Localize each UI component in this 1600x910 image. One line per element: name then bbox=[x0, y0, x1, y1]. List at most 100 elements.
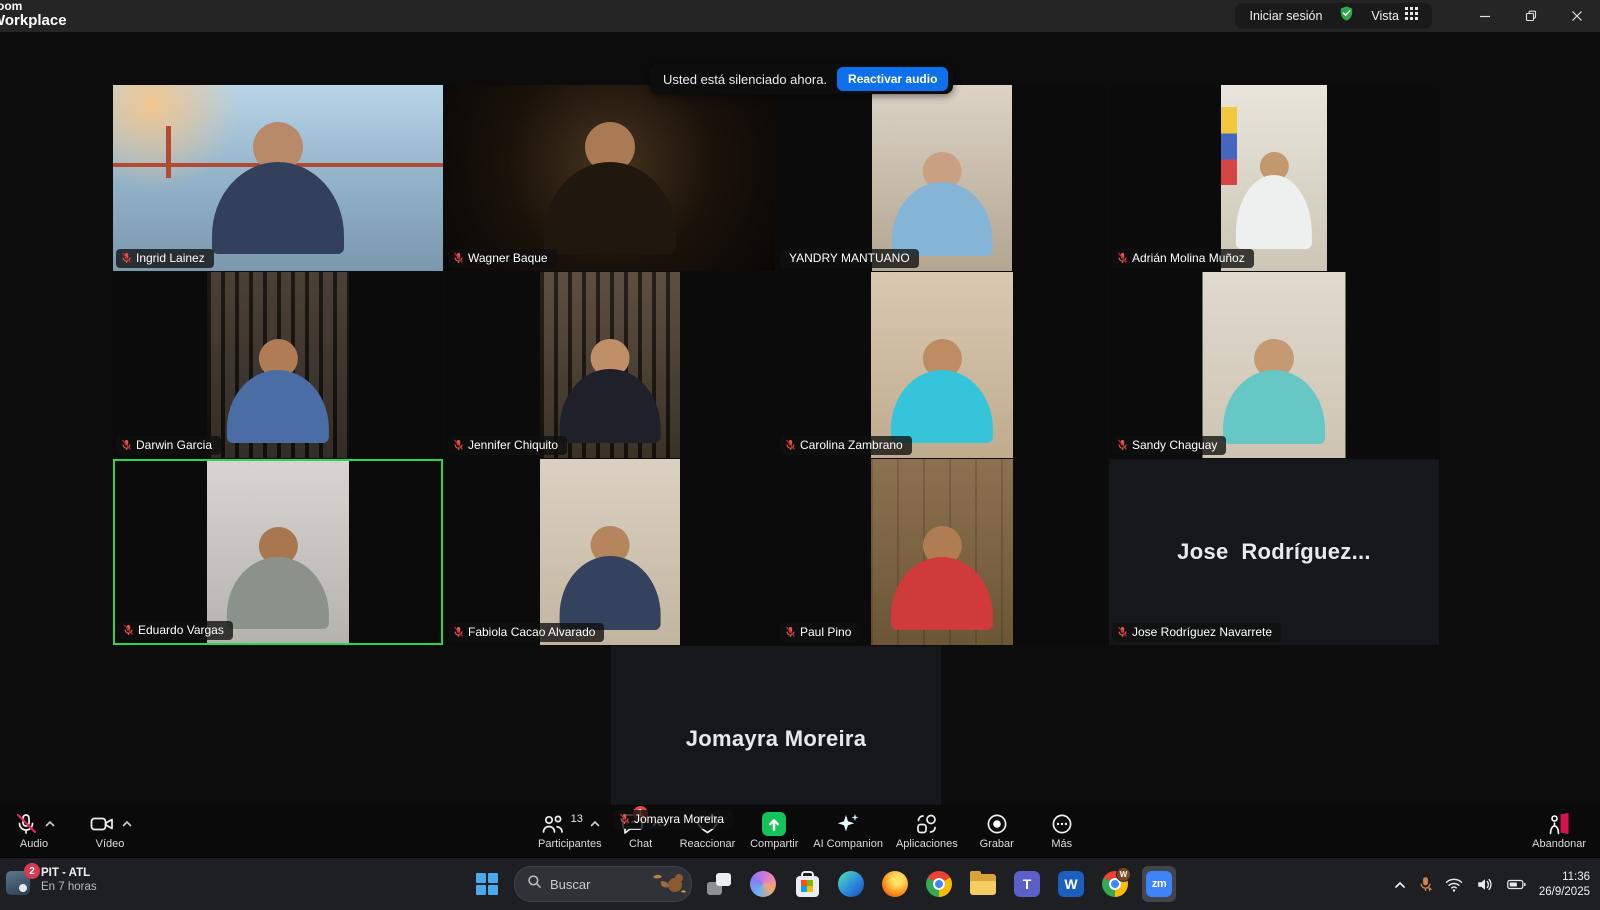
muted-mic-icon bbox=[123, 624, 134, 636]
participant-name: Carolina Zambrano bbox=[800, 438, 903, 452]
chevron-up-icon[interactable] bbox=[590, 820, 600, 827]
participant-tile[interactable]: YANDRY MANTUANO bbox=[777, 85, 1107, 271]
participant-name: Jomayra Moreira bbox=[634, 812, 724, 826]
chrome-taskbar-icon[interactable] bbox=[922, 866, 956, 902]
edge-taskbar-icon[interactable] bbox=[834, 866, 868, 902]
windows-taskbar: 2 PIT - ATL En 7 horas Buscar TWWzm 11:3… bbox=[0, 857, 1600, 910]
more-icon bbox=[1050, 812, 1074, 836]
participant-tile[interactable]: Darwin Garcia bbox=[113, 272, 443, 458]
toolbar-react-label: Reaccionar bbox=[680, 838, 736, 850]
start-button[interactable] bbox=[470, 866, 504, 902]
muted-mic-icon bbox=[121, 439, 132, 451]
participant-tile[interactable]: Adrián Molina Muñoz bbox=[1109, 85, 1439, 271]
participant-tile[interactable]: Paul Pino bbox=[777, 459, 1107, 645]
copilot-taskbar-icon[interactable] bbox=[746, 866, 780, 902]
toolbar-video-button[interactable]: Vídeo bbox=[84, 810, 136, 850]
participant-video bbox=[871, 459, 1013, 645]
toolbar-leave-button[interactable]: Abandonar bbox=[1532, 810, 1586, 850]
participant-tile[interactable]: Sandy Chaguay bbox=[1109, 272, 1439, 458]
toolbar-video-label: Vídeo bbox=[96, 838, 125, 850]
participant-tile[interactable]: Jennifer Chiquito bbox=[445, 272, 775, 458]
taskbar-widget[interactable]: 2 PIT - ATL En 7 horas bbox=[6, 865, 97, 895]
participant-name-label: Wagner Baque bbox=[448, 249, 557, 268]
search-input[interactable]: Buscar bbox=[514, 866, 692, 902]
restore-button[interactable] bbox=[1508, 0, 1554, 32]
participant-name: Jose Rodríguez Navarrete bbox=[1132, 625, 1272, 639]
view-button[interactable]: Vista bbox=[1371, 7, 1418, 25]
participant-silhouette bbox=[544, 122, 676, 271]
participant-name: Ingrid Lainez bbox=[136, 251, 205, 265]
meeting-toolbar: AudioVídeo 13Participantes1ChatReacciona… bbox=[0, 805, 1600, 857]
participant-name-label: Darwin Garcia bbox=[116, 436, 221, 455]
tray-volume-icon[interactable] bbox=[1476, 877, 1494, 892]
participants-icon bbox=[540, 812, 566, 836]
system-tray: 11:36 26/9/2025 bbox=[1394, 858, 1590, 910]
participant-display-name: Jose Rodríguez... bbox=[1177, 539, 1371, 565]
file-explorer-taskbar-icon[interactable] bbox=[966, 866, 1000, 902]
participant-name-label: Jose Rodríguez Navarrete bbox=[1112, 623, 1281, 642]
participant-name: Sandy Chaguay bbox=[1132, 438, 1217, 452]
chrome-profile-badge: W bbox=[1116, 867, 1131, 882]
toolbar-participants-label: Participantes bbox=[538, 838, 602, 850]
task-view-taskbar-icon[interactable] bbox=[702, 866, 736, 902]
muted-mic-icon bbox=[453, 252, 464, 264]
participant-tile[interactable]: Wagner Baque bbox=[445, 85, 775, 271]
tray-battery-icon[interactable] bbox=[1507, 878, 1526, 891]
tray-wifi-icon[interactable] bbox=[1445, 877, 1463, 892]
chrome-profile-taskbar-icon[interactable]: W bbox=[1098, 866, 1132, 902]
store-taskbar-icon[interactable] bbox=[790, 866, 824, 902]
firefox-taskbar-icon[interactable] bbox=[878, 866, 912, 902]
teams-glyph: T bbox=[1014, 871, 1040, 897]
sign-in-button[interactable]: Iniciar sesión bbox=[1249, 9, 1322, 23]
brand-zoom: zoom bbox=[0, 0, 67, 13]
tray-mic-icon[interactable] bbox=[1419, 876, 1432, 893]
toolbar-apps-button[interactable]: Aplicaciones bbox=[896, 810, 958, 850]
taskbar-clock[interactable]: 11:36 26/9/2025 bbox=[1539, 870, 1590, 900]
toolbar-leave-group: Abandonar bbox=[1532, 810, 1586, 850]
participant-silhouette bbox=[891, 526, 993, 645]
teams-taskbar-icon[interactable]: T bbox=[1010, 866, 1044, 902]
muted-mic-icon bbox=[619, 813, 630, 825]
toolbar-audio-button[interactable]: Audio bbox=[8, 810, 60, 850]
tray-chevron-up-icon[interactable] bbox=[1394, 881, 1406, 889]
muted-mic-icon bbox=[785, 626, 796, 638]
participant-name-label: Eduardo Vargas bbox=[118, 621, 233, 640]
participant-video bbox=[1221, 85, 1327, 271]
zoom-workplace-logo: zoom Workplace bbox=[0, 0, 67, 28]
toolbar-more-button[interactable]: Más bbox=[1036, 810, 1088, 850]
participant-name: Jennifer Chiquito bbox=[468, 438, 558, 452]
toolbar-chat-label: Chat bbox=[629, 838, 652, 850]
muted-mic-icon bbox=[1117, 439, 1128, 451]
muted-mic-icon bbox=[785, 439, 796, 451]
word-glyph: W bbox=[1058, 871, 1084, 897]
zoom-app-taskbar-icon[interactable]: zm bbox=[1142, 866, 1176, 902]
toolbar-more-label: Más bbox=[1051, 838, 1072, 850]
security-shield-icon bbox=[1338, 5, 1355, 27]
chevron-up-icon[interactable] bbox=[45, 820, 55, 827]
toolbar-ai-companion-button[interactable]: AI Companion bbox=[813, 810, 883, 850]
widget-badge: 2 bbox=[24, 863, 40, 879]
participant-tile[interactable]: Carolina Zambrano bbox=[777, 272, 1107, 458]
minimize-button[interactable] bbox=[1462, 0, 1508, 32]
toolbar-ai-companion-label: AI Companion bbox=[813, 838, 883, 850]
participant-tile[interactable]: Fabiola Cacao Alvarado bbox=[445, 459, 775, 645]
toolbar-record-label: Grabar bbox=[980, 838, 1014, 850]
close-button[interactable] bbox=[1554, 0, 1600, 32]
widget-title: PIT - ATL bbox=[41, 866, 97, 880]
participant-display-name: Jomayra Moreira bbox=[686, 726, 867, 752]
toolbar-share-button[interactable]: Compartir bbox=[748, 810, 800, 850]
participant-tile[interactable]: Ingrid Lainez bbox=[113, 85, 443, 271]
audio-icon bbox=[14, 812, 38, 836]
chevron-up-icon[interactable] bbox=[122, 820, 132, 827]
participant-tile[interactable]: Jose Rodríguez... Jose Rodríguez Navarret… bbox=[1109, 459, 1439, 645]
search-placeholder: Buscar bbox=[550, 877, 637, 892]
toolbar-record-button[interactable]: Grabar bbox=[971, 810, 1023, 850]
toolbar-participants-button[interactable]: 13Participantes bbox=[538, 810, 602, 850]
participant-tile[interactable]: Eduardo Vargas bbox=[113, 459, 443, 645]
participant-name-label: Sandy Chaguay bbox=[1112, 436, 1226, 455]
participant-name-label: Adrián Molina Muñoz bbox=[1112, 249, 1254, 268]
record-icon bbox=[985, 812, 1009, 836]
word-taskbar-icon[interactable]: W bbox=[1054, 866, 1088, 902]
unmute-button[interactable]: Reactivar audio bbox=[837, 67, 948, 91]
participant-silhouette bbox=[560, 339, 661, 458]
